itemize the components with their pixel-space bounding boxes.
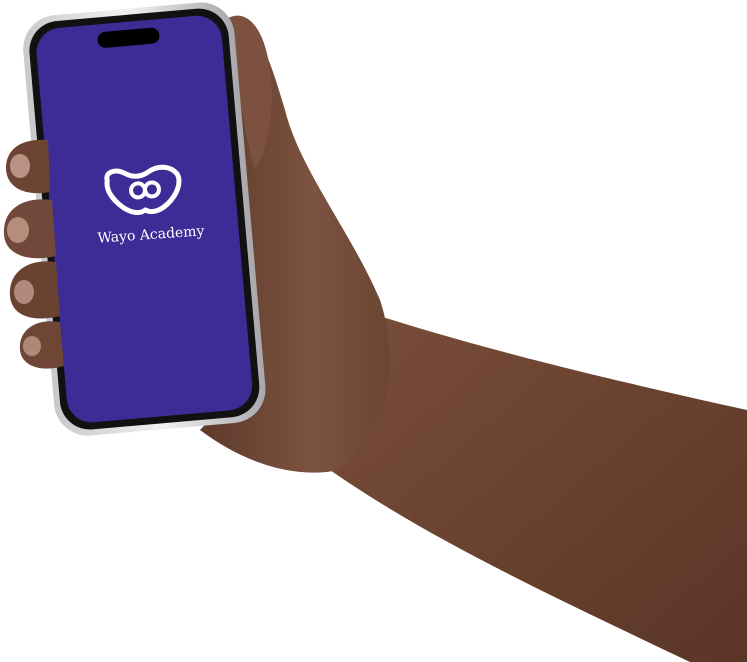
fingernail (14, 280, 34, 304)
hand-holding-phone-illustration (3, 2, 747, 662)
fingernail (23, 336, 41, 356)
fingernail (7, 217, 29, 243)
fingernail (10, 154, 30, 178)
phone-screen (36, 15, 253, 423)
photo-scene: Wayo Academy (0, 0, 747, 662)
forearm (330, 300, 747, 662)
phone (23, 2, 266, 436)
